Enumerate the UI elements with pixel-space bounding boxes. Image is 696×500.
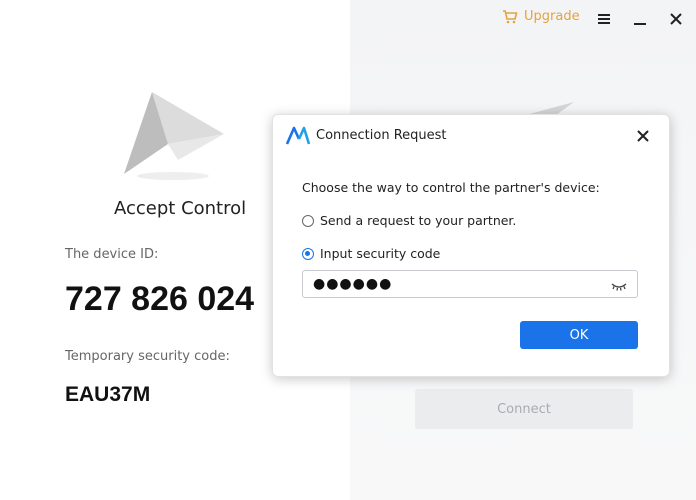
radio-send-request[interactable] bbox=[302, 214, 314, 227]
close-icon bbox=[670, 13, 682, 25]
option-send-request[interactable]: Send a request to your partner. bbox=[302, 213, 516, 228]
close-window-button[interactable] bbox=[668, 11, 684, 27]
dialog-close-button[interactable] bbox=[635, 128, 651, 144]
accept-control-title: Accept Control bbox=[114, 198, 247, 219]
security-code-input[interactable]: ●●●●●● bbox=[302, 270, 638, 298]
upgrade-label: Upgrade bbox=[524, 9, 580, 24]
menu-button[interactable] bbox=[596, 11, 612, 27]
connection-request-dialog: Connection Request Choose the way to con… bbox=[272, 114, 670, 377]
dialog-prompt: Choose the way to control the partner's … bbox=[302, 180, 600, 195]
dialog-title: Connection Request bbox=[316, 128, 447, 143]
upgrade-button[interactable]: Upgrade bbox=[502, 9, 580, 24]
device-id-value: 727 826 024 bbox=[65, 280, 255, 318]
security-code-value: EAU37M bbox=[65, 383, 151, 406]
app-logo-icon bbox=[285, 123, 311, 151]
close-icon bbox=[637, 130, 649, 142]
minimize-icon bbox=[634, 23, 646, 25]
cart-icon bbox=[503, 9, 518, 23]
connect-button[interactable]: Connect bbox=[415, 389, 633, 429]
paper-plane-icon bbox=[118, 90, 228, 186]
radio-input-code[interactable] bbox=[302, 247, 314, 260]
eye-closed-icon[interactable] bbox=[610, 278, 628, 292]
option-send-request-label: Send a request to your partner. bbox=[320, 213, 517, 228]
password-value: ●●●●●● bbox=[313, 276, 393, 292]
device-id-label: The device ID: bbox=[65, 247, 159, 262]
minimize-button[interactable] bbox=[632, 11, 648, 27]
option-input-code-label: Input security code bbox=[320, 246, 441, 261]
security-code-label: Temporary security code: bbox=[65, 349, 230, 364]
menu-icon bbox=[598, 14, 610, 24]
option-input-code[interactable]: Input security code bbox=[302, 246, 440, 261]
ok-button[interactable]: OK bbox=[520, 321, 638, 349]
